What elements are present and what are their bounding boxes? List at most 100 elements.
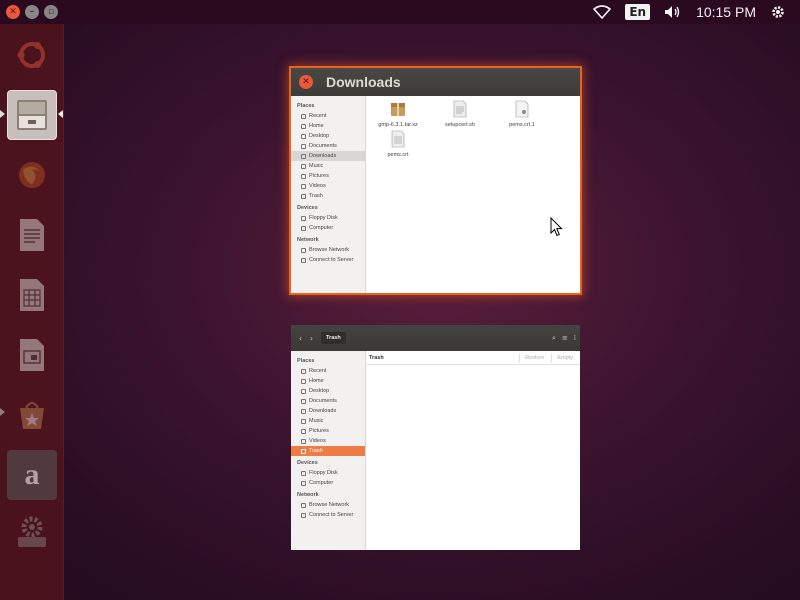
settings-gear-icon[interactable] bbox=[770, 4, 786, 20]
toolbar-icons: ⌕ ≡ ⁞ bbox=[552, 334, 576, 343]
sidebar-item-trash[interactable]: Trash bbox=[291, 191, 365, 201]
sidebar-item-music[interactable]: Music bbox=[291, 161, 365, 171]
trash-icon bbox=[301, 448, 306, 454]
sidebar-item-label: Desktop bbox=[309, 388, 330, 394]
sidebar-item-desktop[interactable]: Desktop bbox=[291, 386, 365, 396]
empty-button[interactable]: Empty bbox=[551, 353, 578, 362]
mouse-pointer-icon bbox=[550, 217, 563, 237]
sidebar: Places Recent Home Desktop Documents Dow… bbox=[291, 96, 366, 293]
clock-icon bbox=[301, 113, 306, 119]
wifi-icon[interactable] bbox=[593, 5, 612, 19]
sidebar-item-connect-server[interactable]: Connect to Server bbox=[291, 255, 365, 265]
minimize-icon[interactable]: – bbox=[25, 5, 39, 19]
close-icon[interactable]: ✕ bbox=[6, 5, 20, 19]
sidebar-item-pictures[interactable]: Pictures bbox=[291, 171, 365, 181]
system-settings-icon[interactable] bbox=[7, 506, 57, 556]
location-label: Trash bbox=[369, 354, 384, 361]
sidebar-item-label: Trash bbox=[309, 193, 323, 199]
sidebar-item-videos[interactable]: Videos bbox=[291, 181, 365, 191]
sidebar-item-computer[interactable]: Computer bbox=[291, 223, 365, 233]
keyboard-language-icon[interactable]: En bbox=[625, 4, 651, 20]
files-icon[interactable] bbox=[7, 90, 57, 140]
file-view[interactable]: gmp-6.3.1.tar.xz setupcert.sh pems.crt.1… bbox=[366, 96, 580, 293]
downloads-window[interactable]: ✕ Downloads Places Recent Home Desktop D… bbox=[291, 68, 580, 293]
sidebar-item-downloads[interactable]: Downloads bbox=[291, 151, 365, 161]
text-file-icon bbox=[391, 130, 405, 148]
sidebar-item-documents[interactable]: Documents bbox=[291, 396, 365, 406]
sidebar-item-label: Documents bbox=[309, 143, 337, 149]
file-item[interactable]: pems.crt.1 bbox=[494, 100, 550, 128]
sidebar-item-label: Music bbox=[309, 418, 324, 424]
file-name: pems.crt.1 bbox=[509, 122, 535, 128]
top-panel: ✕ – ▫ En 10:15 PM bbox=[0, 0, 800, 24]
sidebar-item-floppy[interactable]: Floppy Disk bbox=[291, 468, 365, 478]
sidebar-item-label: Documents bbox=[309, 398, 337, 404]
sidebar-item-recent[interactable]: Recent bbox=[291, 366, 365, 376]
sidebar-heading-devices: Devices bbox=[297, 205, 318, 211]
downloads-titlebar[interactable]: ✕ Downloads bbox=[291, 68, 580, 96]
sidebar-heading-devices: Devices bbox=[297, 460, 318, 466]
sidebar-heading-places: Places bbox=[297, 358, 315, 364]
sidebar-heading-network: Network bbox=[297, 237, 319, 243]
download-icon bbox=[301, 408, 306, 414]
ubuntu-dash-icon[interactable] bbox=[7, 30, 57, 80]
folder-icon bbox=[301, 133, 306, 139]
sidebar-item-documents[interactable]: Documents bbox=[291, 141, 365, 151]
sidebar-item-label: Connect to Server bbox=[309, 512, 354, 518]
sidebar-item-label: Recent bbox=[309, 113, 327, 119]
amazon-icon[interactable]: a bbox=[7, 450, 57, 500]
file-item[interactable]: gmp-6.3.1.tar.xz bbox=[370, 100, 426, 128]
camera-icon bbox=[301, 428, 306, 434]
sidebar-item-pictures[interactable]: Pictures bbox=[291, 426, 365, 436]
list-view-icon[interactable]: ≡ bbox=[562, 334, 568, 343]
libreoffice-impress-icon[interactable] bbox=[7, 330, 57, 380]
sidebar-item-home[interactable]: Home bbox=[291, 121, 365, 131]
music-icon bbox=[301, 418, 306, 424]
volume-icon[interactable] bbox=[664, 5, 682, 19]
file-view[interactable]: Trash Restore Empty bbox=[366, 351, 580, 550]
close-icon[interactable]: ✕ bbox=[299, 75, 313, 89]
path-button[interactable]: Trash bbox=[321, 332, 346, 344]
software-center-icon[interactable] bbox=[7, 390, 57, 440]
clock[interactable]: 10:15 PM bbox=[696, 4, 756, 20]
sidebar-heading-network: Network bbox=[297, 492, 319, 498]
sidebar-item-browse-network[interactable]: Browse Network bbox=[291, 500, 365, 510]
folder-icon bbox=[301, 388, 306, 394]
search-icon[interactable]: ⌕ bbox=[552, 334, 556, 343]
menu-icon[interactable]: ⁞ bbox=[574, 334, 576, 343]
sidebar-item-label: Downloads bbox=[309, 153, 337, 159]
libreoffice-calc-icon[interactable] bbox=[7, 270, 57, 320]
file-item[interactable]: pems.crt bbox=[370, 130, 426, 158]
sidebar-item-label: Computer bbox=[309, 225, 334, 231]
forward-icon[interactable]: › bbox=[306, 333, 317, 344]
sidebar-item-computer[interactable]: Computer bbox=[291, 478, 365, 488]
libreoffice-writer-icon[interactable] bbox=[7, 210, 57, 260]
computer-icon bbox=[301, 480, 306, 486]
sidebar-item-label: Home bbox=[309, 123, 324, 129]
sidebar-item-trash[interactable]: Trash bbox=[291, 446, 365, 456]
documents-icon bbox=[301, 398, 306, 404]
sidebar-item-recent[interactable]: Recent bbox=[291, 111, 365, 121]
firefox-icon[interactable] bbox=[7, 150, 57, 200]
network-icon bbox=[301, 502, 306, 508]
sidebar-item-music[interactable]: Music bbox=[291, 416, 365, 426]
back-icon[interactable]: ‹ bbox=[295, 333, 306, 344]
script-file-icon bbox=[453, 100, 467, 118]
trash-window[interactable]: ‹ › Trash ⌕ ≡ ⁞ Places Recent Home Deskt… bbox=[291, 325, 580, 550]
trash-actions: Restore Empty bbox=[519, 353, 580, 362]
file-item[interactable]: setupcert.sh bbox=[432, 100, 488, 128]
sidebar-item-videos[interactable]: Videos bbox=[291, 436, 365, 446]
floppy-icon bbox=[301, 470, 306, 476]
sidebar-item-connect-server[interactable]: Connect to Server bbox=[291, 510, 365, 520]
sidebar-item-label: Trash bbox=[309, 448, 323, 454]
trash-toolbar[interactable]: ‹ › Trash ⌕ ≡ ⁞ bbox=[291, 325, 580, 351]
sidebar-item-desktop[interactable]: Desktop bbox=[291, 131, 365, 141]
sidebar-item-home[interactable]: Home bbox=[291, 376, 365, 386]
sidebar-item-browse-network[interactable]: Browse Network bbox=[291, 245, 365, 255]
video-icon bbox=[301, 438, 306, 444]
sidebar-item-label: Pictures bbox=[309, 173, 329, 179]
sidebar-item-floppy[interactable]: Floppy Disk bbox=[291, 213, 365, 223]
maximize-icon[interactable]: ▫ bbox=[44, 5, 58, 19]
sidebar-item-downloads[interactable]: Downloads bbox=[291, 406, 365, 416]
restore-button[interactable]: Restore bbox=[519, 353, 549, 362]
